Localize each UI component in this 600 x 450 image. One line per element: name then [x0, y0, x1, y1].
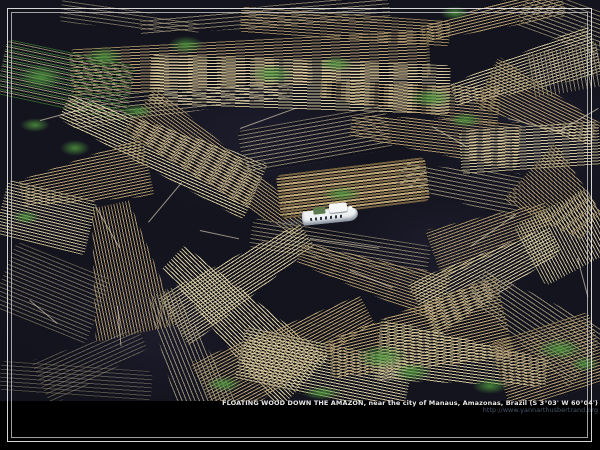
moss-patch — [12, 210, 40, 224]
moss-patch — [168, 36, 204, 54]
moss-patch — [570, 356, 600, 372]
moss-patch — [120, 104, 154, 118]
photo-caption: FLOATING WOOD DOWN THE AMAZON, near the … — [222, 400, 598, 414]
log-raft — [0, 361, 153, 401]
aerial-photo — [0, 0, 600, 401]
riverboat — [298, 197, 361, 237]
moss-patch — [206, 376, 242, 392]
moss-patch — [318, 56, 354, 72]
moss-patch — [472, 378, 508, 394]
moss-patch — [60, 140, 90, 156]
moss-patch — [250, 64, 294, 84]
log-streak — [200, 230, 239, 239]
log-raft — [59, 0, 201, 42]
moss-patch — [392, 362, 432, 382]
moss-patch — [302, 386, 342, 400]
caption-url: http://www.yannarthusbertrand.org — [222, 407, 598, 414]
boat-cabin — [329, 202, 348, 213]
wallpaper: FLOATING WOOD DOWN THE AMAZON, near the … — [0, 0, 600, 450]
moss-patch — [448, 112, 482, 128]
moss-patch — [84, 46, 124, 68]
moss-patch — [408, 88, 454, 108]
moss-patch — [18, 64, 64, 90]
moss-patch — [440, 6, 470, 20]
moss-patch — [20, 118, 50, 132]
boat-roof — [313, 206, 326, 214]
log-raft — [459, 121, 600, 175]
